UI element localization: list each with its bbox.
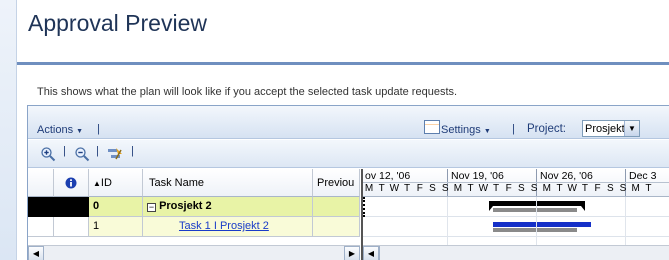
day-label: T [467,183,474,194]
day-label: T [492,183,500,194]
chevron-down-icon: ▼ [483,128,491,135]
day-label: S [530,183,538,194]
summary-baseline-bar [493,208,577,212]
scroll-left-icon[interactable]: ◀ [28,246,44,260]
task-name-column-header[interactable]: Task Name [143,169,313,197]
zoom-in-icon[interactable] [40,146,56,162]
settings-menu[interactable]: Settings ▼ [441,124,491,136]
task-name-link[interactable]: Task 1 I Prosjekt 2 [179,220,269,232]
predecessors-column-header[interactable]: Previou [313,169,360,197]
week-label: Nov 26, '06 [540,170,593,182]
gantt-row [363,217,669,237]
main-toolbar: Actions ▼ | Settings ▼ | Project: Prosje… [28,106,669,139]
chevron-down-icon: ▼ [76,128,84,135]
week-gridline [447,197,448,245]
summary-bar[interactable] [489,201,585,206]
scroll-track-start [379,246,380,260]
page-description: This shows what the plan will look like … [37,86,458,98]
indicator-cell [54,197,89,217]
zoom-out-icon[interactable] [74,146,90,162]
day-label: F [505,183,512,194]
id-column-header[interactable]: ▲ID [89,169,143,197]
day-label: W [478,183,489,194]
day-label: W [389,183,400,194]
day-label: W [567,183,577,194]
day-label: T [404,183,411,194]
gantt-row [363,197,669,217]
page-title: Approval Preview [28,10,207,36]
sort-asc-icon: ▲ [93,179,101,188]
task-id-cell: 1 [89,217,143,237]
toolbar-separator: | [96,145,99,157]
grid-horizontal-scrollbar[interactable]: ◀ ▶ [28,245,360,260]
day-label: S [441,183,449,194]
project-label: Project: [527,123,566,135]
day-label: F [416,183,423,194]
go-to-task-icon[interactable] [107,146,123,162]
indicator-cell [54,217,89,237]
row-selector-header [28,169,54,197]
toolbar-separator: | [97,123,100,135]
day-label: T [378,183,385,194]
week-label: Nov 19, '06 [451,170,504,182]
toolbar-separator: | [131,145,134,157]
predecessors-cell [313,217,360,237]
scroll-left-icon[interactable]: ◀ [363,246,379,260]
actions-label: Actions [37,124,74,136]
title-divider [17,62,669,65]
day-label: M [631,183,640,194]
day-label: S [429,183,436,194]
summary-task-name: Prosjekt 2 [159,200,212,212]
info-icon [65,177,77,189]
task-id-cell: 0 [89,197,143,217]
day-label: M [453,183,463,194]
row-selector-selected[interactable] [28,197,54,217]
gantt-chart: ov 12, '06 Nov 19, '06 Nov 26, '06 Dec 3… [361,169,669,260]
task-baseline-bar [493,228,577,232]
summary-end-marker [577,206,585,211]
task-name-cell[interactable]: − Prosjekt 2 [143,197,313,217]
collapse-icon[interactable]: − [147,203,156,212]
id-column-label: ID [100,177,112,189]
toolbar-separator: | [63,145,66,157]
week-gridline [536,197,537,245]
gantt-timescale: ov 12, '06 Nov 19, '06 Nov 26, '06 Dec 3… [363,169,669,197]
task-grid: ▲ID Task Name Previou 0 − Prosjekt 2 1 T… [28,169,360,260]
actions-menu[interactable]: Actions ▼ [37,124,83,136]
week-gridline [625,197,626,245]
day-label: M [542,183,551,194]
toolbar-separator: | [512,123,515,135]
day-label: F [594,183,601,194]
week-label: ov 12, '06 [365,170,411,182]
day-label: S [518,183,525,194]
indicators-column-header[interactable] [54,169,89,197]
predecessors-cell [313,197,360,217]
row-selector[interactable] [28,217,54,237]
day-label: M [364,183,374,194]
scroll-right-icon[interactable]: ▶ [344,246,360,260]
day-label: T [581,183,588,194]
approval-preview-panel: Actions ▼ | Settings ▼ | Project: Prosje… [27,105,669,260]
selection-marker [363,197,367,217]
left-navigation-strip [0,0,17,260]
view-toolbar: | | | [28,140,669,168]
dropdown-arrow-icon[interactable]: ▼ [624,121,639,136]
day-label: S [606,183,614,194]
day-label: T [556,183,563,194]
task-name-cell[interactable]: Task 1 I Prosjekt 2 [143,217,313,237]
day-label: T [645,183,652,194]
week-label: Dec 3 [629,170,657,182]
gantt-horizontal-scrollbar[interactable]: ◀ [363,245,669,260]
settings-label: Settings [441,124,481,136]
project-select[interactable]: Prosjekt 2 ▼ [582,120,640,137]
settings-icon [424,120,440,134]
task-bar[interactable] [493,222,591,227]
day-label: S [619,183,627,194]
